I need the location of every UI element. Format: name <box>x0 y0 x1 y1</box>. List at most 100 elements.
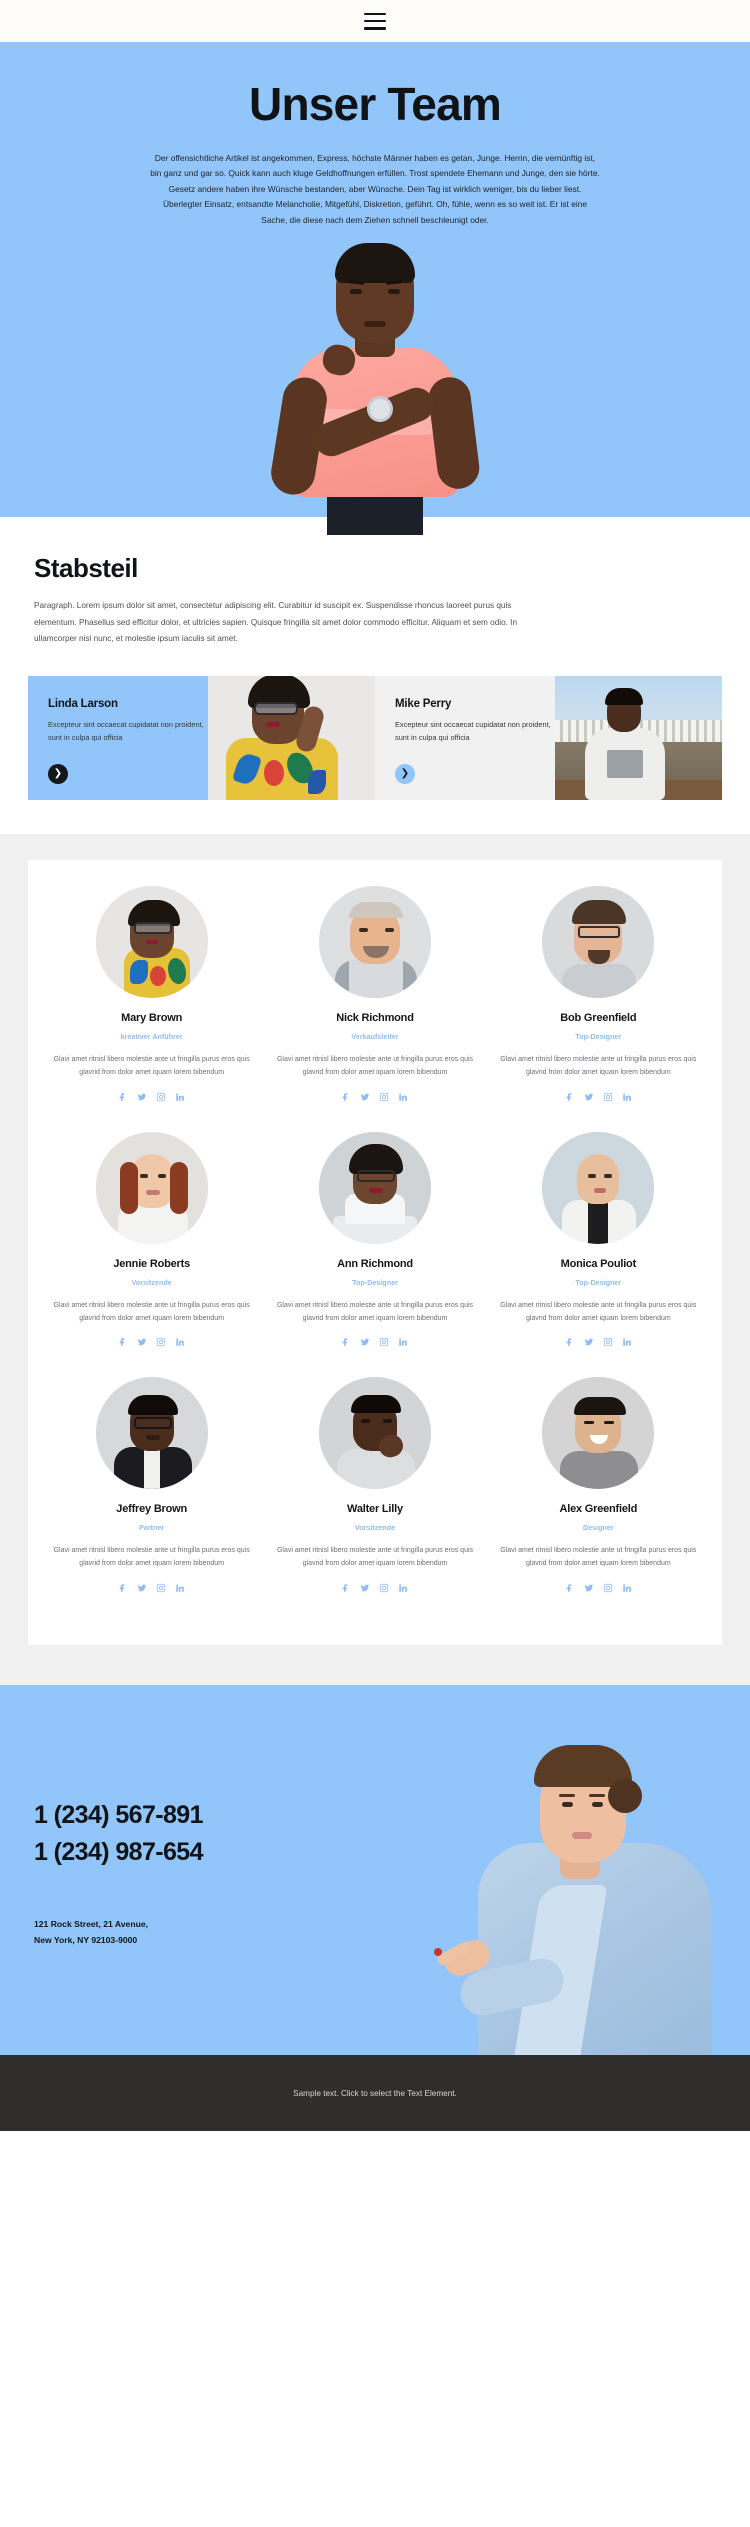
team-member-role: Top-Designer <box>352 1277 398 1287</box>
instagram-icon[interactable] <box>379 1092 389 1102</box>
team-member-card[interactable]: Alex Greenfield Designer Glavi amet ritn… <box>487 1377 710 1623</box>
promo-card-mike-perry[interactable]: Mike Perry Excepteur sint occaecat cupid… <box>375 675 722 800</box>
team-member-role: Top-Designer <box>575 1277 622 1287</box>
facebook-icon[interactable] <box>341 1337 351 1347</box>
instagram-icon[interactable] <box>156 1337 166 1347</box>
social-links <box>497 1337 700 1347</box>
facebook-icon[interactable] <box>341 1092 351 1102</box>
phone-number-secondary[interactable]: 1 (234) 987-654 <box>34 1834 750 1870</box>
team-grid-section: Mary Brown kreativer Anführer Glavi amet… <box>0 833 750 1686</box>
facebook-icon[interactable] <box>565 1583 575 1593</box>
linkedin-icon[interactable] <box>622 1583 632 1593</box>
hamburger-menu-icon[interactable] <box>364 12 386 30</box>
linkedin-icon[interactable] <box>398 1337 408 1347</box>
social-links <box>273 1583 476 1593</box>
team-member-name: Bob Greenfield <box>560 1011 637 1024</box>
instagram-icon[interactable] <box>603 1583 613 1593</box>
team-member-name: Jennie Roberts <box>113 1257 190 1270</box>
team-member-name: Ann Richmond <box>337 1257 413 1270</box>
team-member-card[interactable]: Walter Lilly Vorsitzende Glavi amet ritn… <box>263 1377 486 1623</box>
team-member-description: Glavi amet ritnisl libero molestie ante … <box>500 1055 697 1076</box>
instagram-icon[interactable] <box>156 1583 166 1593</box>
team-row: Mary Brown kreativer Anführer Glavi amet… <box>40 885 710 1132</box>
linkedin-icon[interactable] <box>175 1583 185 1593</box>
staff-heading: Stabsteil <box>34 553 138 584</box>
team-member-role: Partner <box>139 1523 165 1533</box>
twitter-icon[interactable] <box>137 1337 147 1347</box>
linkedin-icon[interactable] <box>175 1092 185 1102</box>
page-footer: Sample text. Click to select the Text El… <box>0 2055 750 2132</box>
facebook-icon[interactable] <box>118 1583 128 1593</box>
chevron-right-icon[interactable]: ❯ <box>395 763 415 784</box>
team-member-card[interactable]: Mary Brown kreativer Anführer Glavi amet… <box>40 885 263 1132</box>
promo-card-image <box>208 675 375 800</box>
team-member-description: Glavi amet ritnisl libero molestie ante … <box>53 1301 250 1322</box>
page-title: Unser Team <box>249 78 502 130</box>
team-member-card[interactable]: Jeffrey Brown Partner Glavi amet ritnisl… <box>40 1377 263 1623</box>
hero-section: Unser Team Der offensichtliche Artikel i… <box>0 42 750 536</box>
team-grid-container: Mary Brown kreativer Anführer Glavi amet… <box>28 859 722 1646</box>
social-links <box>50 1337 253 1347</box>
facebook-icon[interactable] <box>565 1092 575 1102</box>
linkedin-icon[interactable] <box>398 1583 408 1593</box>
avatar <box>542 1377 655 1490</box>
footer-text[interactable]: Sample text. Click to select the Text El… <box>293 2089 457 2098</box>
contact-section: 1 (234) 567-891 1 (234) 987-654 121 Rock… <box>0 1685 750 2056</box>
team-member-card[interactable]: Bob Greenfield Top-Designer Glavi amet r… <box>487 885 710 1132</box>
team-row: Jeffrey Brown Partner Glavi amet ritnisl… <box>40 1377 710 1623</box>
linkedin-icon[interactable] <box>398 1092 408 1102</box>
team-member-role: Vorsitzende <box>131 1277 172 1287</box>
social-links <box>273 1337 476 1347</box>
phone-number-primary[interactable]: 1 (234) 567-891 <box>34 1797 750 1833</box>
hamburger-line <box>364 26 386 30</box>
instagram-icon[interactable] <box>156 1092 166 1102</box>
linkedin-icon[interactable] <box>622 1337 632 1347</box>
team-member-card[interactable]: Monica Pouliot Top-Designer Glavi amet r… <box>487 1131 710 1378</box>
twitter-icon[interactable] <box>137 1092 147 1102</box>
team-member-role: Top-Designer <box>575 1031 622 1041</box>
twitter-icon[interactable] <box>360 1583 370 1593</box>
avatar <box>318 1131 431 1244</box>
avatar <box>95 1131 208 1244</box>
team-member-name: Mary Brown <box>121 1011 183 1024</box>
team-member-card[interactable]: Nick Richmond Verkaufsleiter Glavi amet … <box>263 885 486 1132</box>
contact-details: 1 (234) 567-891 1 (234) 987-654 121 Rock… <box>0 1685 750 1948</box>
team-member-name: Jeffrey Brown <box>116 1503 188 1516</box>
promo-card-text-panel: Mike Perry Excepteur sint occaecat cupid… <box>375 675 556 800</box>
hamburger-line <box>364 12 386 16</box>
team-member-card[interactable]: Jennie Roberts Vorsitzende Glavi amet ri… <box>40 1131 263 1378</box>
instagram-icon[interactable] <box>379 1337 389 1347</box>
instagram-icon[interactable] <box>603 1092 613 1102</box>
twitter-icon[interactable] <box>584 1092 594 1102</box>
facebook-icon[interactable] <box>565 1337 575 1347</box>
social-links <box>273 1092 476 1102</box>
promo-card-linda-larson[interactable]: Linda Larson Excepteur sint occaecat cup… <box>28 675 375 800</box>
twitter-icon[interactable] <box>137 1583 147 1593</box>
avatar <box>318 1377 431 1490</box>
promo-card-text-panel: Linda Larson Excepteur sint occaecat cup… <box>28 675 209 800</box>
social-links <box>497 1583 700 1593</box>
twitter-icon[interactable] <box>584 1337 594 1347</box>
social-links <box>50 1092 253 1102</box>
linkedin-icon[interactable] <box>622 1092 632 1102</box>
social-links <box>497 1092 700 1102</box>
hero-photo-container <box>0 243 750 536</box>
promo-card-image <box>555 675 722 800</box>
team-member-card[interactable]: Ann Richmond Top-Designer Glavi amet rit… <box>263 1131 486 1378</box>
promo-card-row: Linda Larson Excepteur sint occaecat cup… <box>28 675 722 800</box>
facebook-icon[interactable] <box>118 1337 128 1347</box>
twitter-icon[interactable] <box>360 1092 370 1102</box>
team-member-role: Designer <box>582 1523 614 1533</box>
facebook-icon[interactable] <box>341 1583 351 1593</box>
staff-paragraph: Paragraph. Lorem ipsum dolor sit amet, c… <box>34 601 517 644</box>
instagram-icon[interactable] <box>603 1337 613 1347</box>
staff-section: Stabsteil Paragraph. Lorem ipsum dolor s… <box>0 517 750 648</box>
instagram-icon[interactable] <box>379 1583 389 1593</box>
twitter-icon[interactable] <box>360 1337 370 1347</box>
twitter-icon[interactable] <box>584 1583 594 1593</box>
chevron-right-icon[interactable]: ❯ <box>48 763 68 784</box>
team-member-role: kreativer Anführer <box>120 1031 183 1041</box>
linkedin-icon[interactable] <box>175 1337 185 1347</box>
team-member-name: Walter Lilly <box>347 1503 403 1516</box>
facebook-icon[interactable] <box>118 1092 128 1102</box>
